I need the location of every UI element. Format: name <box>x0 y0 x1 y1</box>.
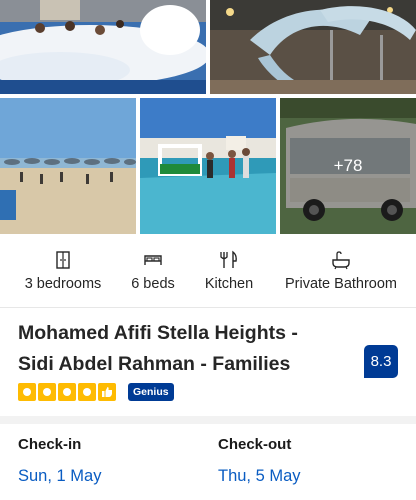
checkin-label: Check-in <box>18 436 82 453</box>
divider <box>0 307 416 308</box>
checkout-date[interactable]: Thu, 5 May <box>218 467 301 486</box>
property-title: Mohamed Afifi Stella Heights - Sidi Abde… <box>18 318 348 380</box>
amenity-label: Private Bathroom <box>284 276 398 292</box>
review-score-badge[interactable]: 8.3 <box>364 345 398 378</box>
more-photos-count: +78 <box>333 156 363 175</box>
star-icon <box>18 383 36 401</box>
star-icon <box>38 383 56 401</box>
thumbs-up-icon <box>98 383 116 401</box>
star-icon <box>58 383 76 401</box>
amenity-bedrooms: 3 bedrooms <box>14 250 112 292</box>
amenity-beds: 6 beds <box>116 250 190 292</box>
photo-inflatable-pool[interactable] <box>140 98 276 234</box>
property-title-line2: Sidi Abdel Rahman - Families <box>18 353 291 375</box>
checkin-field[interactable]: Check-in Sun, 1 May <box>18 436 101 486</box>
more-photos-overlay[interactable]: +78 <box>280 98 416 234</box>
review-score: 8.3 <box>370 353 392 370</box>
amenity-label: Kitchen <box>204 276 254 292</box>
door-icon <box>52 250 74 270</box>
amenity-label: 6 beds <box>131 276 175 292</box>
checkout-label: Check-out <box>218 436 292 453</box>
amenity-kitchen: Kitchen <box>196 250 262 292</box>
stay-dates: Check-in Sun, 1 May Check-out Thu, 5 May <box>0 436 416 500</box>
photo-beach[interactable] <box>0 98 136 234</box>
checkin-date[interactable]: Sun, 1 May <box>18 467 101 486</box>
amenity-private-bathroom: Private Bathroom <box>274 250 408 292</box>
bed-icon <box>142 250 164 270</box>
photo-foam-party[interactable] <box>0 0 206 94</box>
amenities-row: 3 bedrooms 6 beds Kitchen Private Bathro… <box>0 250 416 294</box>
bathtub-icon <box>330 250 352 270</box>
photo-water-slide[interactable] <box>210 0 416 94</box>
star-icon <box>78 383 96 401</box>
property-title-line1: Mohamed Afifi Stella Heights - <box>18 322 298 344</box>
section-divider <box>0 416 416 424</box>
photo-shuttle-bus[interactable]: +78 <box>280 98 416 234</box>
photo-gallery: +78 <box>0 0 416 236</box>
checkout-field[interactable]: Check-out Thu, 5 May <box>218 436 301 486</box>
fork-knife-icon <box>218 250 240 270</box>
genius-badge: Genius <box>128 383 174 401</box>
amenity-label: 3 bedrooms <box>24 276 102 292</box>
rating-row: Genius <box>18 382 174 402</box>
